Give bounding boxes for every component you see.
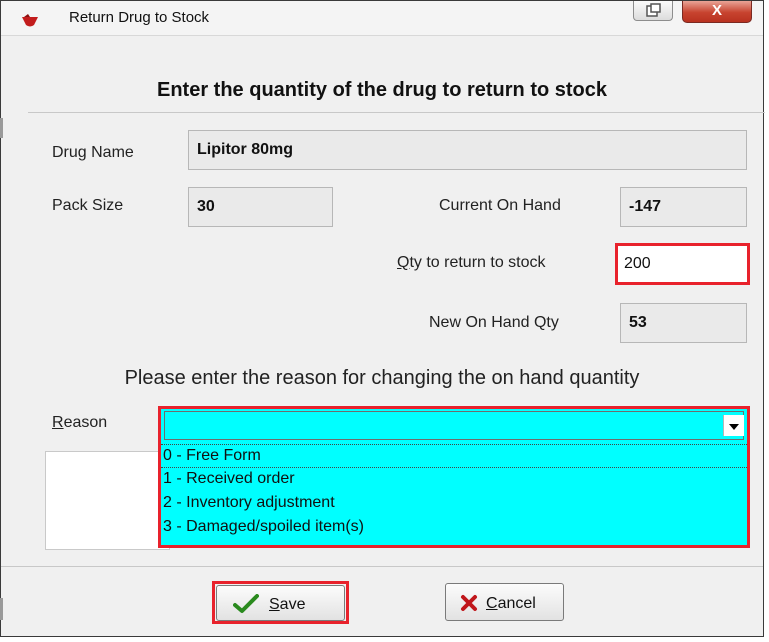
cancel-button[interactable]: Cancel <box>445 583 564 621</box>
close-button[interactable]: X <box>682 1 752 23</box>
bottom-divider <box>1 566 763 567</box>
reason-options-list: 0 - Free Form 1 - Received order 2 - Inv… <box>161 444 747 540</box>
reason-dropdown[interactable]: 0 - Free Form 1 - Received order 2 - Inv… <box>158 406 750 548</box>
title-bar: Return Drug to Stock X <box>1 1 763 36</box>
pack-size-label: Pack Size <box>52 197 124 214</box>
reason-instruction: Please enter the reason for changing the… <box>124 367 640 389</box>
edge-mark <box>0 118 3 138</box>
save-button[interactable]: Save <box>216 585 345 621</box>
current-on-hand-field: -147 <box>620 187 747 227</box>
checkmark-icon <box>233 594 259 619</box>
dialog-heading: Enter the quantity of the drug to return… <box>157 79 607 101</box>
cancel-label: Cancel <box>486 595 536 612</box>
reason-label: Reason <box>52 414 108 431</box>
window-title: Return Drug to Stock <box>69 9 210 26</box>
cancel-x-icon <box>460 594 478 617</box>
drug-name-field: Lipitor 80mg <box>188 130 747 170</box>
edge-mark <box>0 598 3 620</box>
reason-option[interactable]: 1 - Received order <box>161 468 747 492</box>
app-logo-icon <box>21 14 39 28</box>
pack-size-field: 30 <box>188 187 333 227</box>
top-divider <box>28 112 765 113</box>
current-on-hand-label: Current On Hand <box>439 197 561 214</box>
qty-return-label: Qty to return to stock <box>397 254 546 271</box>
drug-name-label: Drug Name <box>52 144 134 161</box>
dropdown-arrow-icon[interactable] <box>723 415 744 436</box>
restore-button[interactable] <box>633 1 673 21</box>
reason-option[interactable]: 0 - Free Form <box>161 444 747 468</box>
save-label: Save <box>269 596 306 613</box>
reason-option[interactable]: 2 - Inventory adjustment <box>161 492 747 516</box>
reason-option[interactable]: 3 - Damaged/spoiled item(s) <box>161 516 747 540</box>
qty-return-input[interactable]: 200 <box>615 243 750 285</box>
new-on-hand-label: New On Hand Qty <box>429 314 559 331</box>
return-drug-dialog: Return Drug to Stock X Enter the quantit… <box>0 0 765 637</box>
restore-icon <box>646 3 661 17</box>
reason-selected-value[interactable] <box>164 411 744 440</box>
reason-text-area[interactable] <box>45 451 170 550</box>
new-on-hand-field: 53 <box>620 303 747 343</box>
